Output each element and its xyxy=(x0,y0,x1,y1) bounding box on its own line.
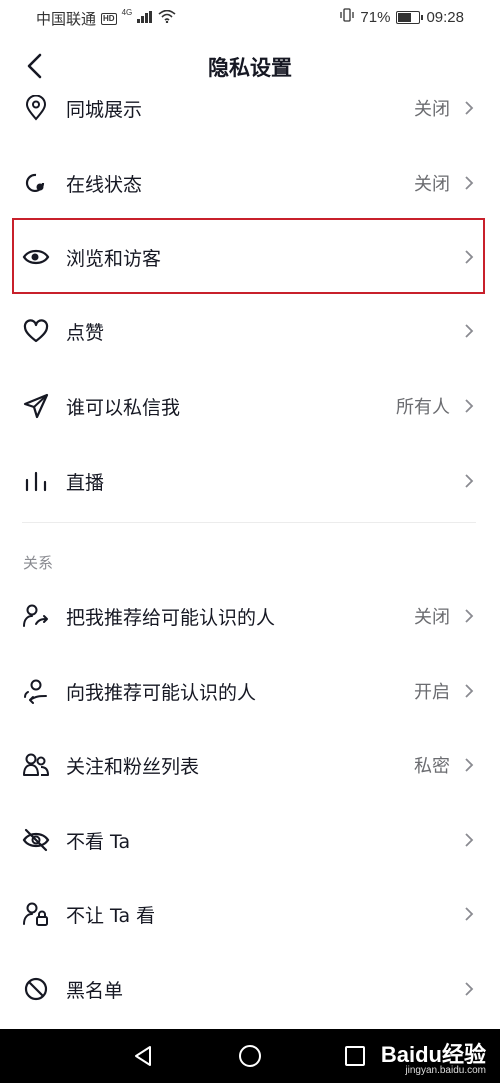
row-hide-my-posts[interactable]: 不让 Ta 看 xyxy=(0,877,500,951)
row-hide-their-posts[interactable]: 不看 Ta xyxy=(0,803,500,877)
chevron-right-icon xyxy=(462,98,476,118)
row-label: 同城展示 xyxy=(66,98,143,121)
row-browse-visitors[interactable]: 浏览和访客 xyxy=(0,220,500,294)
live-bars-icon xyxy=(22,467,50,495)
baidu-watermark: Baidu经验 jingyan.baidu.com xyxy=(381,1037,486,1076)
row-label: 直播 xyxy=(66,471,105,494)
row-value: 关闭 xyxy=(414,607,450,628)
nav-back-button[interactable] xyxy=(128,1041,158,1071)
row-recommend-me[interactable]: 把我推荐给可能认识的人 关闭 xyxy=(0,579,500,653)
row-value: 关闭 xyxy=(414,174,450,195)
nav-home-button[interactable] xyxy=(235,1041,265,1071)
online-status-icon xyxy=(22,169,50,197)
status-right: 71% 09:28 xyxy=(340,8,464,26)
row-value: 关闭 xyxy=(414,99,450,120)
row-value: 私密 xyxy=(414,756,450,777)
row-blacklist[interactable]: 黑名单 xyxy=(0,952,500,1026)
signal-icon xyxy=(137,10,153,27)
row-label: 在线状态 xyxy=(66,173,143,196)
system-nav-bar: Baidu经验 jingyan.baidu.com xyxy=(0,1029,500,1083)
clock: 09:28 xyxy=(426,8,464,26)
hd-badge: HD xyxy=(101,12,117,25)
battery-percent: 71% xyxy=(360,8,391,26)
chevron-right-icon xyxy=(462,471,476,491)
triangle-back-icon xyxy=(135,1046,151,1066)
eye-icon xyxy=(22,243,50,271)
chevron-right-icon xyxy=(462,173,476,193)
chevron-right-icon xyxy=(462,321,476,341)
row-label: 把我推荐给可能认识的人 xyxy=(66,606,276,629)
row-follow-fans-list[interactable]: 关注和粉丝列表 私密 xyxy=(0,728,500,802)
chevron-right-icon xyxy=(462,606,476,626)
row-label: 浏览和访客 xyxy=(66,247,162,270)
row-online-status[interactable]: 在线状态 关闭 xyxy=(0,146,500,220)
row-label: 不让 Ta 看 xyxy=(66,904,156,927)
square-recent-icon xyxy=(345,1046,365,1066)
eye-off-icon xyxy=(22,826,50,854)
user-lock-icon xyxy=(22,900,50,928)
carrier-name: 中国联通 xyxy=(36,11,97,28)
user-share-icon xyxy=(22,602,50,630)
row-label: 关注和粉丝列表 xyxy=(66,755,200,778)
row-same-city[interactable]: 同城展示 关闭 xyxy=(0,71,500,145)
row-direct-message[interactable]: 谁可以私信我 所有人 xyxy=(0,369,500,443)
chevron-right-icon xyxy=(462,681,476,701)
status-bar: 中国联通 HD 4G 71% 09:28 xyxy=(0,0,500,36)
row-label: 黑名单 xyxy=(66,979,124,1002)
section-title-relation: 关系 xyxy=(23,554,54,572)
row-likes[interactable]: 点赞 xyxy=(0,294,500,368)
row-label: 点赞 xyxy=(66,321,105,344)
row-value: 开启 xyxy=(414,682,450,703)
row-label: 谁可以私信我 xyxy=(66,396,181,419)
chevron-right-icon xyxy=(462,396,476,416)
location-pin-icon xyxy=(22,94,50,122)
user-recommend-icon xyxy=(22,677,50,705)
row-value: 所有人 xyxy=(396,397,450,418)
chevron-right-icon xyxy=(462,247,476,267)
chevron-right-icon xyxy=(462,904,476,924)
network-type: 4G xyxy=(121,8,133,17)
send-icon xyxy=(22,392,50,420)
row-live[interactable]: 直播 xyxy=(0,444,500,518)
row-recommend-to-me[interactable]: 向我推荐可能认识的人 开启 xyxy=(0,654,500,728)
section-divider xyxy=(22,522,476,523)
chevron-right-icon xyxy=(462,830,476,850)
status-left: 中国联通 HD 4G xyxy=(36,8,176,29)
circle-home-icon xyxy=(239,1045,261,1067)
wifi-icon xyxy=(158,9,176,27)
chevron-right-icon xyxy=(462,755,476,775)
users-icon xyxy=(22,751,50,779)
row-label: 向我推荐可能认识的人 xyxy=(66,681,257,704)
chevron-right-icon xyxy=(462,979,476,999)
battery-icon xyxy=(396,10,424,24)
row-label: 不看 Ta xyxy=(66,830,131,853)
block-icon xyxy=(22,975,50,1003)
nav-recent-button[interactable] xyxy=(340,1041,370,1071)
vibrate-icon xyxy=(340,8,355,26)
heart-icon xyxy=(22,317,50,345)
